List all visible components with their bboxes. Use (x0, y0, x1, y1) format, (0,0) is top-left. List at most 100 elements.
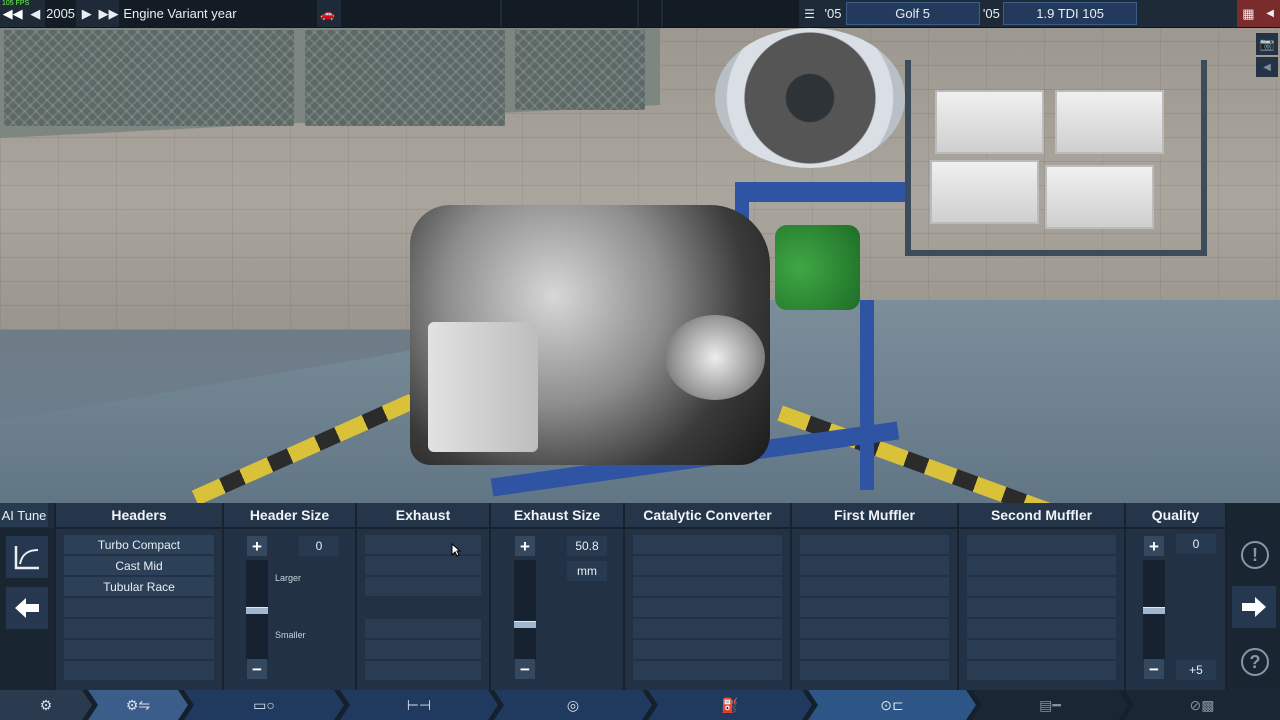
back-button[interactable] (6, 587, 48, 629)
list-item[interactable] (633, 577, 782, 596)
plus-icon: + (520, 536, 530, 556)
topbar-spacer (662, 0, 799, 27)
first-muffler-title: First Muffler (792, 503, 957, 529)
exhaust-size-minus-button[interactable]: − (515, 659, 535, 679)
collapse-button[interactable]: ◀ (1260, 0, 1280, 27)
list-item[interactable] (365, 619, 481, 638)
header-size-plus-button[interactable]: + (247, 536, 267, 556)
car-icon[interactable]: 🚗 (317, 0, 339, 27)
list-item[interactable] (800, 598, 949, 617)
tab-bottom-end[interactable]: ⚙⇋ (88, 690, 188, 720)
quality-column: Quality + 0 − +5 (1124, 503, 1225, 690)
list-item[interactable] (967, 598, 1116, 617)
chevron-left-icon[interactable]: ◀ (1256, 57, 1278, 77)
tab-top-end[interactable]: ▭○ (184, 690, 344, 720)
quality-value: 0 (1176, 534, 1216, 554)
list-item[interactable] (633, 619, 782, 638)
header-size-column: Header Size + 0 Larger Smaller − (222, 503, 355, 690)
list-item[interactable] (365, 661, 481, 680)
fast-forward-button[interactable]: ▶▶ (98, 0, 120, 27)
engine-test-bench-viewport[interactable] (0, 0, 1280, 503)
camshaft-icon: ⊢⊣ (406, 696, 432, 713)
exhaust-size-value: 50.8 (567, 536, 607, 556)
header-option-turbo-compact[interactable]: Turbo Compact (64, 535, 214, 554)
crank-icon: ⚙⇋ (125, 696, 151, 713)
header-option-cast-mid[interactable]: Cast Mid (64, 556, 214, 575)
list-item[interactable] (633, 598, 782, 617)
list-item[interactable] (967, 640, 1116, 659)
model-selector[interactable]: Golf 5 (845, 2, 980, 25)
quality-bonus: +5 (1176, 660, 1216, 680)
tab-valvetrain[interactable]: ⊢⊣ (340, 690, 498, 720)
list-item[interactable] (633, 535, 782, 554)
tab-testing[interactable]: ⊘▩ (1124, 690, 1280, 720)
list-item (64, 661, 214, 680)
dyno-stand (860, 300, 874, 490)
list-item[interactable] (800, 556, 949, 575)
piston-icon: ▭○ (253, 696, 275, 713)
ai-tune-button[interactable]: AI Tune (0, 503, 48, 527)
tab-tuning[interactable]: ▤━ (972, 690, 1128, 720)
topbar-spacer (340, 0, 500, 27)
list-item[interactable] (633, 640, 782, 659)
header-size-slider[interactable] (246, 560, 268, 660)
list-item[interactable] (800, 577, 949, 596)
slider-thumb[interactable] (1143, 607, 1165, 614)
list-item[interactable] (967, 619, 1116, 638)
list-item[interactable] (800, 661, 949, 680)
list-item[interactable] (967, 577, 1116, 596)
slider-thumb[interactable] (514, 621, 536, 628)
tab-exhaust[interactable]: ⊙⊏ (808, 690, 976, 720)
header-option-tubular-race[interactable]: Tubular Race (64, 577, 214, 596)
minus-icon: − (520, 659, 530, 679)
list-item[interactable] (800, 535, 949, 554)
engine-selector[interactable]: 1.9 TDI 105 (1003, 2, 1138, 25)
graph-button[interactable] (6, 536, 48, 578)
quality-plus-button[interactable]: + (1144, 536, 1164, 556)
exhaust-size-slider[interactable] (514, 560, 536, 660)
tab-aspiration[interactable]: ◎ (494, 690, 652, 720)
exhaust-list (365, 535, 481, 682)
list-item[interactable] (967, 556, 1116, 575)
quality-minus-button[interactable]: − (1144, 659, 1164, 679)
slider-thumb[interactable] (246, 607, 268, 614)
list-icon[interactable]: ☰ (799, 0, 821, 27)
smaller-label: Smaller (275, 630, 306, 640)
list-item[interactable] (365, 640, 481, 659)
list-item[interactable] (365, 577, 481, 596)
list-item[interactable] (967, 661, 1116, 680)
next-year-button[interactable]: ▶ (76, 0, 98, 27)
list-item (64, 598, 214, 617)
catalytic-converter-list (633, 535, 782, 682)
quality-slider[interactable] (1143, 560, 1165, 660)
turbo-icon: ◎ (566, 696, 580, 713)
exhaust-column: Exhaust (355, 503, 489, 690)
exclamation-icon[interactable]: ! (1241, 541, 1269, 569)
next-button[interactable] (1232, 586, 1276, 628)
tab-fuel-system[interactable]: ⛽ (648, 690, 812, 720)
dyno-stand (735, 182, 905, 202)
window-pane (4, 30, 294, 126)
catalytic-converter-title: Catalytic Converter (625, 503, 790, 529)
intercooler (428, 322, 538, 452)
save-icon: ▦ (1242, 5, 1255, 21)
list-item (64, 640, 214, 659)
exhaust-size-plus-button[interactable]: + (515, 536, 535, 556)
list-item[interactable] (800, 619, 949, 638)
topbar-spacer (639, 0, 661, 27)
header-size-value: 0 (299, 536, 339, 556)
cooling-fan (715, 28, 905, 168)
list-item[interactable] (365, 535, 481, 554)
list-item[interactable] (967, 535, 1116, 554)
list-item[interactable] (365, 556, 481, 575)
tab-engine-block[interactable]: ⚙ (0, 690, 92, 720)
second-muffler-column: Second Muffler (957, 503, 1124, 690)
list-item[interactable] (633, 556, 782, 575)
save-button[interactable]: ▦ (1236, 0, 1261, 27)
header-size-minus-button[interactable]: − (247, 659, 267, 679)
list-item[interactable] (633, 661, 782, 680)
list-item[interactable] (800, 640, 949, 659)
left-tools (0, 528, 54, 690)
camera-icon[interactable]: 📷 (1256, 33, 1278, 55)
question-icon[interactable]: ? (1241, 648, 1269, 676)
